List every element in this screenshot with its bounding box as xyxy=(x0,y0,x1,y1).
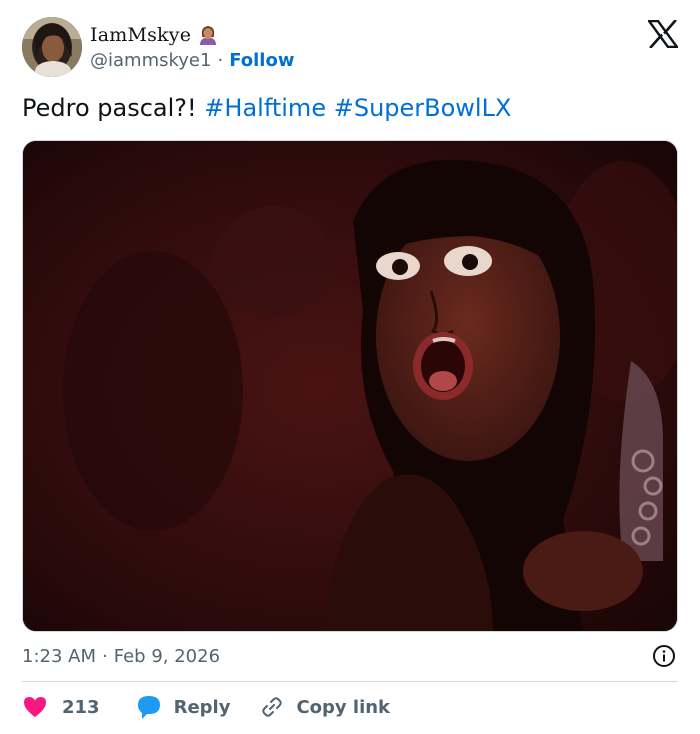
link-icon xyxy=(262,697,283,717)
tweet-header: IamMskye @iammskye1 · Follow xyxy=(22,16,294,78)
like-count: 213 xyxy=(62,696,100,718)
reply-bubble-icon xyxy=(137,696,160,719)
reply-button[interactable]: Reply xyxy=(136,694,231,720)
handle-separator: · xyxy=(217,49,224,71)
divider xyxy=(22,681,678,682)
tweet-body: Pedro pascal?! xyxy=(22,94,197,122)
info-icon[interactable] xyxy=(652,644,676,668)
woman-emoji-icon xyxy=(200,26,217,45)
timestamp-separator: · xyxy=(102,645,108,667)
tweet-timestamp[interactable]: 1:23 AM · Feb 9, 2026 xyxy=(22,644,220,668)
display-name[interactable]: IamMskye xyxy=(90,24,191,46)
author-names: IamMskye @iammskye1 · Follow xyxy=(90,17,294,77)
reply-label: Reply xyxy=(173,696,231,718)
heart-icon xyxy=(24,697,46,717)
handle[interactable]: @iammskye1 xyxy=(90,50,211,71)
tweet-date: Feb 9, 2026 xyxy=(113,645,221,667)
tweet-media-image[interactable] xyxy=(22,140,678,632)
display-name-row: IamMskye xyxy=(90,22,294,48)
tweet-actions: 213 Reply Copy link xyxy=(22,692,390,722)
copy-link-button[interactable]: Copy link xyxy=(260,695,390,719)
tweet-card: IamMskye @iammskye1 · Follow Pedro pasca… xyxy=(0,0,700,734)
tweet-text: Pedro pascal?! #Halftime #SuperBowlLX xyxy=(22,92,511,124)
handle-row: @iammskye1 · Follow xyxy=(90,48,294,72)
x-logo-icon[interactable] xyxy=(648,20,678,48)
avatar[interactable] xyxy=(22,17,82,77)
hashtag-superbowllx[interactable]: #SuperBowlLX xyxy=(334,94,512,122)
hashtag-halftime[interactable]: #Halftime xyxy=(204,94,326,122)
tweet-time: 1:23 AM xyxy=(22,645,96,667)
follow-button[interactable]: Follow xyxy=(229,50,294,71)
like-button[interactable]: 213 xyxy=(22,695,100,719)
copy-link-label: Copy link xyxy=(296,696,391,718)
